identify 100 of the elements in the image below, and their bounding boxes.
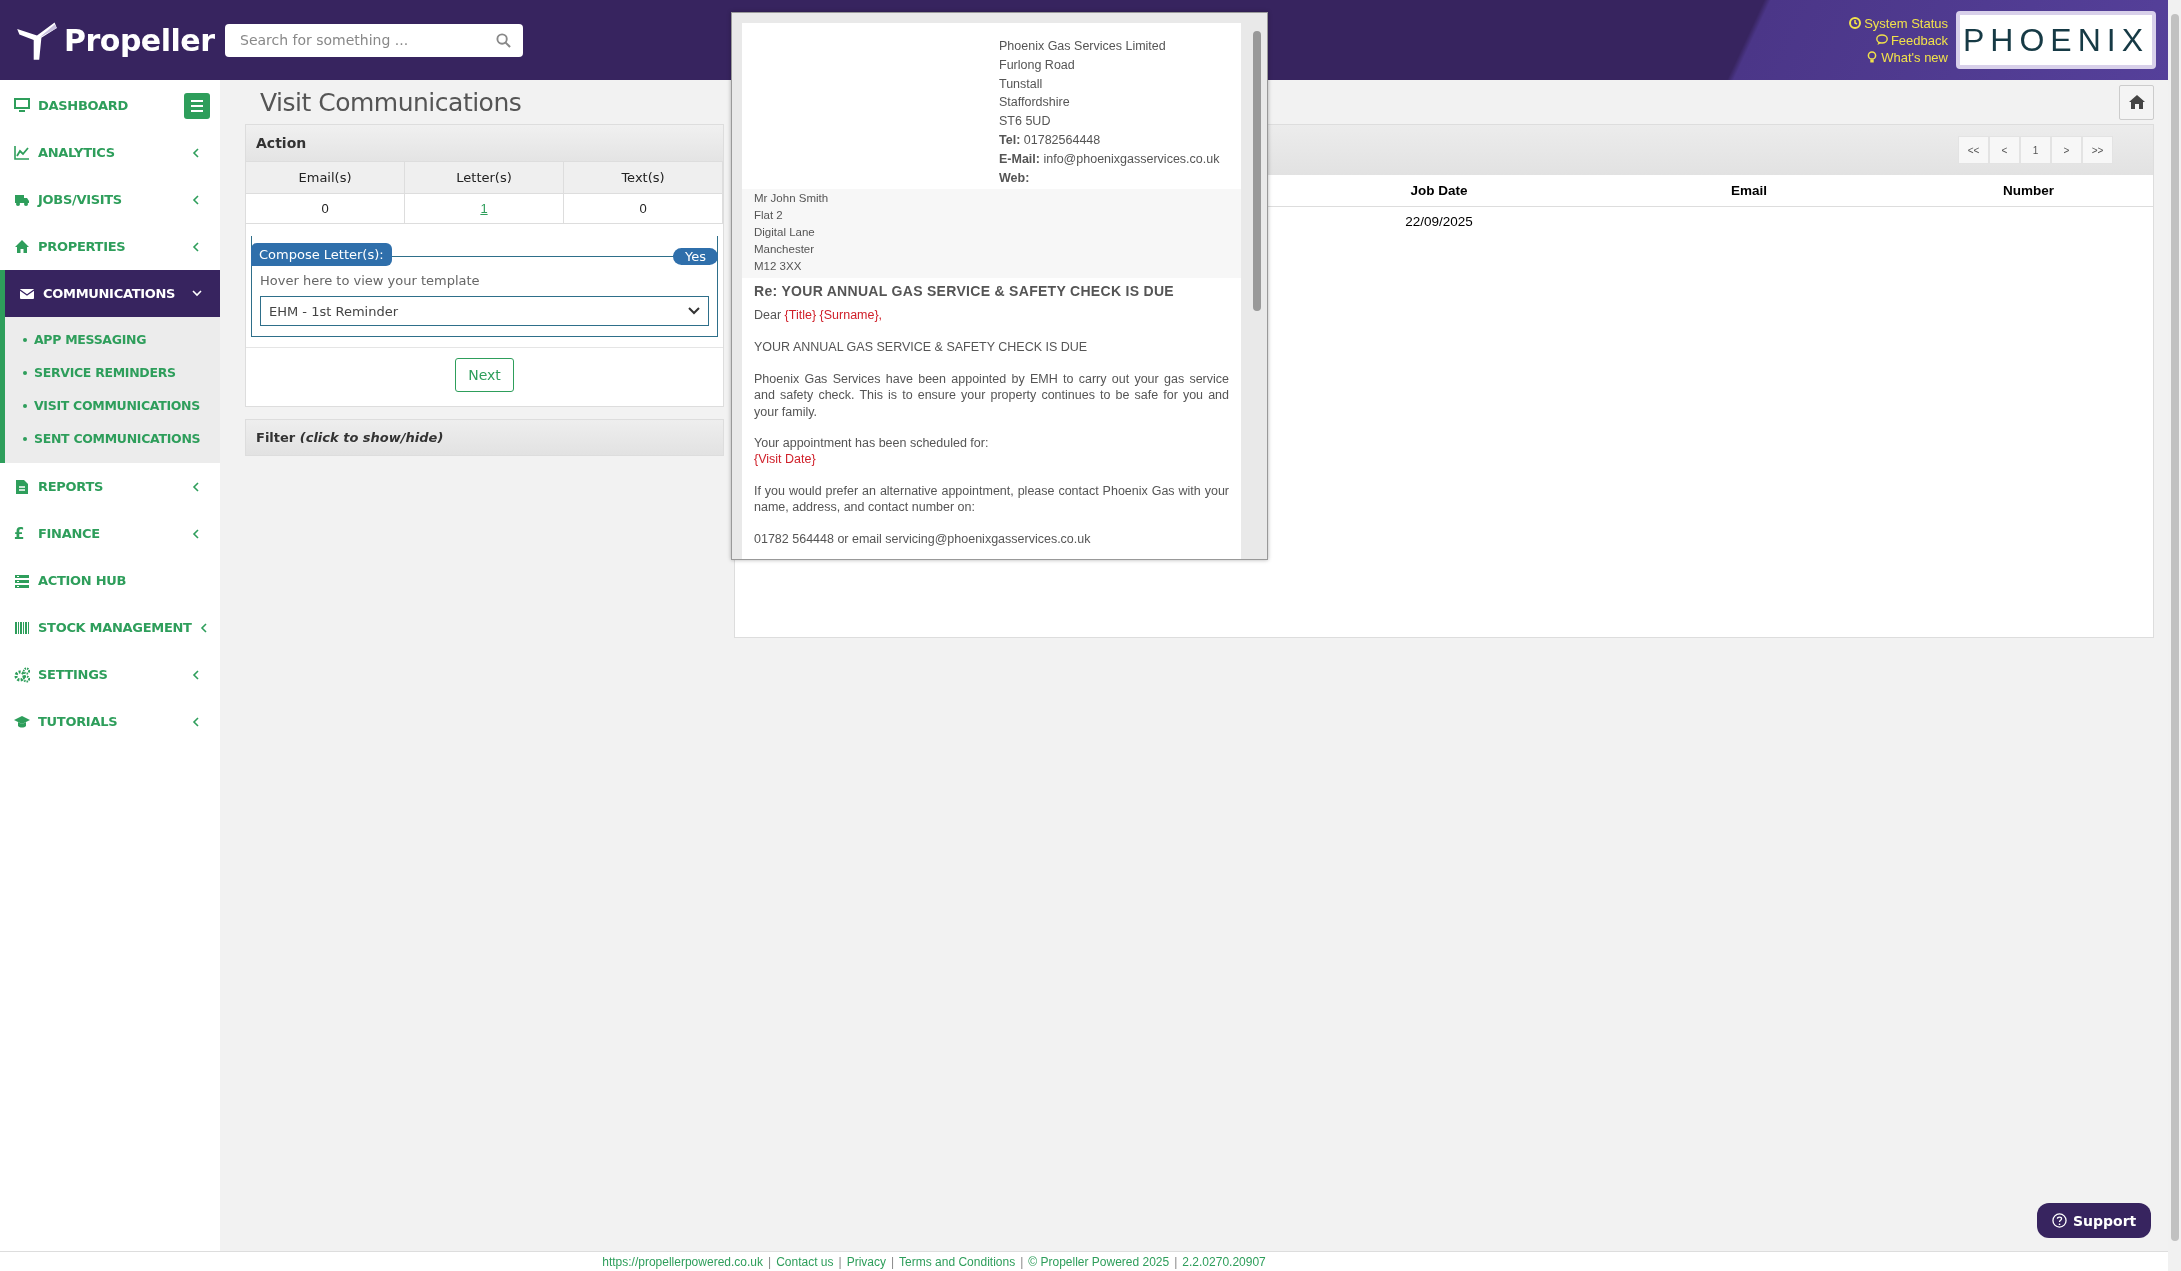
partner-logo: PHOENIX (1956, 11, 2156, 69)
address-line: Mr John Smith (754, 191, 830, 207)
line-chart-icon (14, 144, 30, 161)
chevron-down-icon (688, 307, 700, 315)
column-header: Job Date (1284, 175, 1594, 207)
column-header: Letter(s) (405, 161, 564, 194)
contact-line: Web: (999, 169, 1031, 187)
speech-bubble-icon (1875, 34, 1888, 46)
chevron-left-icon (192, 669, 202, 680)
column-header: Email(s) (246, 161, 405, 194)
list-icon (14, 572, 30, 589)
header-link[interactable]: System Status (1849, 15, 1948, 31)
sidebar-item[interactable]: DASHBOARD (0, 82, 184, 129)
filter-toggle[interactable]: Filter (click to show/hide) (245, 419, 724, 456)
pagination-button[interactable]: < (1989, 136, 2020, 164)
page-title: Visit Communications (259, 87, 522, 117)
letter-paragraph: {Visit Date} (753, 450, 817, 468)
address-line: Tunstall (999, 75, 1044, 93)
separator: | (1174, 1254, 1178, 1269)
panel-heading: Action (246, 125, 723, 161)
chevron-left-icon (192, 194, 202, 205)
home-icon (2128, 95, 2145, 109)
separator: | (1020, 1254, 1024, 1269)
pagination-button[interactable]: 1 (2020, 136, 2051, 164)
address-line: Phoenix Gas Services Limited (999, 38, 1167, 55)
footer-link[interactable]: Contact us (776, 1254, 834, 1269)
letter-paragraph: If you would prefer an alternative appointment, please contact Phoenix Gas with your name, address, and contact number on: (753, 482, 1230, 517)
table-cell: 0 (246, 194, 405, 224)
footer-link[interactable]: © Propeller Powered 2025 (1028, 1254, 1170, 1269)
address-line: Staffordshire (999, 94, 1071, 112)
header-link[interactable]: Feedback (1875, 32, 1948, 48)
yes-toggle[interactable]: Yes (673, 248, 718, 265)
submenu-item[interactable]: SENT COMMUNICATIONS (5, 422, 220, 455)
chevron-left-icon (192, 241, 202, 252)
compose-legend: Compose Letter(s): (251, 243, 392, 266)
contact-line: E-Mail: info@phoenixgasservices.co.uk (999, 150, 1221, 168)
address-line: ST6 5UD (999, 113, 1052, 131)
sidebar-item[interactable]: PROPERTIES (0, 223, 220, 270)
sidebar-item[interactable]: STOCK MANAGEMENT (0, 604, 228, 651)
address-line: M12 3XX (754, 259, 803, 275)
menu-button[interactable] (184, 92, 210, 119)
footer-link[interactable]: Privacy (846, 1254, 886, 1269)
table-cell: 0 (564, 194, 723, 224)
separator: | (768, 1254, 772, 1269)
sidebar-item[interactable]: COMMUNICATIONS (0, 270, 220, 317)
table-cell-text: 22/09/2025 (1404, 213, 1474, 231)
address-line: Furlong Road (999, 56, 1076, 74)
letter-paragraph: Your appointment has been scheduled for: (753, 435, 990, 453)
letter-paragraph: Dear {Title} {Surname}, (753, 307, 884, 325)
chevron-left-icon (192, 528, 202, 539)
address-line: Manchester (754, 242, 816, 258)
header-link[interactable]: What's new (1866, 49, 1948, 65)
propeller-logo[interactable]: Propeller (14, 18, 225, 62)
clock-icon (1849, 17, 1862, 29)
footer-link[interactable]: 2.2.0270.20907 (1182, 1254, 1266, 1269)
sidebar-item[interactable]: SETTINGS (0, 651, 220, 698)
pagination-button[interactable]: > (2051, 136, 2082, 164)
submenu-item[interactable]: SERVICE REMINDERS (5, 356, 220, 389)
sidebar-item[interactable]: ACTION HUB (0, 557, 220, 604)
menu-icon (189, 97, 205, 114)
home-button[interactable] (2119, 84, 2154, 120)
footer-link[interactable]: https://propellerpowered.co.uk (602, 1254, 763, 1269)
search-field[interactable]: Search for something ... (225, 23, 523, 57)
separator: | (838, 1254, 842, 1269)
template-select[interactable]: EHM - 1st Reminder (260, 296, 709, 326)
help-icon (2052, 1213, 2067, 1228)
sidebar-item[interactable]: JOBS/VISITS (0, 176, 220, 223)
pagination-button[interactable]: >> (2082, 136, 2113, 164)
sidebar-item[interactable]: TUTORIALS (0, 698, 220, 745)
chevron-left-icon (192, 147, 202, 158)
address-line: Digital Lane (754, 225, 816, 241)
chevron-left-icon (199, 622, 210, 633)
search-icon (496, 32, 511, 48)
monitor-icon (14, 97, 30, 114)
chevron-down-icon (192, 288, 202, 299)
address-line: Flat 2 (754, 208, 784, 224)
submenu-item[interactable]: VISIT COMMUNICATIONS (5, 389, 220, 422)
sidebar-item[interactable]: REPORTS (0, 463, 220, 510)
sidebar-item[interactable]: £ FINANCE (0, 510, 220, 557)
document-icon (14, 478, 30, 495)
next-button[interactable]: Next (455, 358, 514, 392)
pagination-button[interactable]: << (1958, 136, 1989, 164)
separator: | (890, 1254, 895, 1269)
column-header: Text(s) (564, 161, 723, 194)
support-button[interactable]: Support (2037, 1203, 2152, 1238)
lightbulb-icon (1866, 51, 1879, 63)
contact-line: Tel: 01782564448 (999, 132, 1102, 149)
gears-icon (14, 666, 30, 683)
chevron-left-icon (192, 481, 202, 492)
letter-paragraph: Phoenix Gas Services have been appointed by EMH to carry out your gas service and safety check. This is to ensure your property continues to be safe for you and your family. (753, 370, 1230, 421)
column-header: Email (1594, 175, 1904, 207)
footer-link[interactable]: Terms and Conditions (899, 1254, 1016, 1269)
count-link[interactable]: 1 (480, 201, 488, 216)
barcode-icon (14, 619, 30, 636)
house-icon (14, 238, 30, 255)
sidebar-item[interactable]: ANALYTICS (0, 129, 220, 176)
letter-paragraph: 01782 564448 or email servicing@phoenixgasservices.co.uk (753, 530, 1092, 548)
letter-paragraph: YOUR ANNUAL GAS SERVICE & SAFETY CHECK IS DUE (753, 338, 1089, 356)
submenu-item[interactable]: APP MESSAGING (5, 323, 220, 356)
template-hint[interactable]: Hover here to view your template (260, 273, 709, 288)
